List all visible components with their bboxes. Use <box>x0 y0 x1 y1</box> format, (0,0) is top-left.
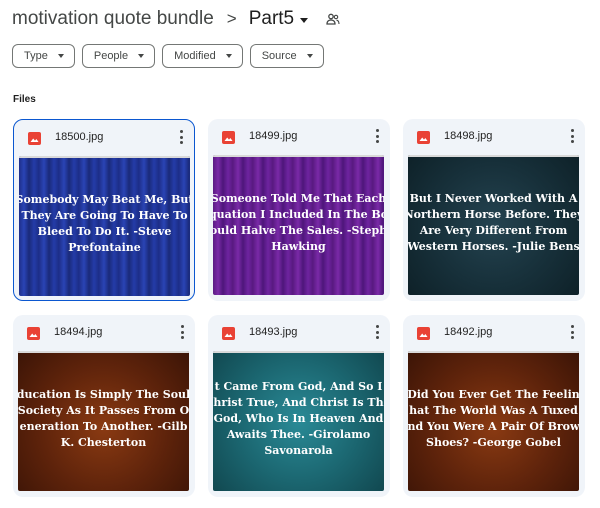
image-file-icon <box>417 131 430 144</box>
image-file-icon <box>222 131 235 144</box>
file-card[interactable]: 18494.jpg ducation Is Simply The Soul So… <box>13 315 195 497</box>
more-options-icon[interactable] <box>375 129 379 143</box>
quote-line: Someone Told Me That Each <box>213 192 384 205</box>
image-file-icon <box>222 327 235 340</box>
file-card[interactable]: 18500.jpg Somebody May Beat Me, But They… <box>13 119 195 301</box>
breadcrumb-separator: > <box>226 9 237 28</box>
quote-line: t Came From God, And So I <box>214 380 383 393</box>
file-card[interactable]: 18498.jpg But I Never Worked With A Nort… <box>403 119 585 301</box>
file-card-header: 18499.jpg <box>208 119 390 155</box>
file-card[interactable]: 18492.jpg Did You Ever Get The Feelin ha… <box>403 315 585 497</box>
filter-label: Type <box>24 50 48 62</box>
quote-line: Northern Horse Before. They <box>408 208 579 221</box>
quote-line: Prefontaine <box>68 241 141 254</box>
filter-modified[interactable]: Modified <box>162 44 243 68</box>
quote-line: But I Never Worked With A <box>409 192 578 205</box>
filter-bar: Type People Modified Source <box>12 44 324 68</box>
section-heading-files: Files <box>13 94 36 105</box>
shared-folder-icon[interactable] <box>326 13 340 25</box>
more-options-icon[interactable] <box>570 325 574 339</box>
file-card[interactable]: 18493.jpg t Came From God, And So I hris… <box>208 315 390 497</box>
filter-label: Modified <box>174 50 216 62</box>
breadcrumb: motivation quote bundle > Part5 <box>12 6 340 32</box>
chevron-down-icon <box>57 54 64 58</box>
file-name: 18493.jpg <box>249 326 298 338</box>
file-thumbnail: Somebody May Beat Me, But They Are Going… <box>19 156 190 296</box>
file-card[interactable]: 18499.jpg Someone Told Me That Each quat… <box>208 119 390 301</box>
more-options-icon[interactable] <box>179 130 183 144</box>
filter-source[interactable]: Source <box>249 44 324 68</box>
quote-line: Did You Ever Get The Feelin <box>408 388 579 401</box>
quote-line: Western Horses. -Julie Bens <box>408 240 579 253</box>
chevron-down-icon <box>225 54 232 58</box>
chevron-down-icon <box>306 54 313 58</box>
file-name: 18499.jpg <box>249 130 298 142</box>
file-card-header: 18494.jpg <box>13 315 195 351</box>
quote-line: K. Chesterton <box>60 436 147 449</box>
file-name: 18500.jpg <box>55 131 104 143</box>
more-options-icon[interactable] <box>375 325 379 339</box>
quote-line: ducation Is Simply The Soul <box>18 388 189 401</box>
breadcrumb-current-folder[interactable]: Part5 <box>248 8 309 30</box>
more-options-icon[interactable] <box>180 325 184 339</box>
current-folder-label: Part5 <box>248 8 295 29</box>
file-card-header: 18500.jpg <box>14 120 194 156</box>
file-card-header: 18492.jpg <box>403 315 585 351</box>
filter-people[interactable]: People <box>81 44 156 68</box>
quote-line: Society As It Passes From O <box>18 404 189 417</box>
image-file-icon <box>27 327 40 340</box>
quote-line: God, Who Is In Heaven And <box>213 412 384 425</box>
quote-line: Are Very Different From <box>419 224 568 237</box>
image-file-icon <box>417 327 430 340</box>
more-options-icon[interactable] <box>570 129 574 143</box>
quote-line: quation I Included In The Bo <box>213 208 384 221</box>
quote-line: Somebody May Beat Me, But <box>19 193 190 206</box>
file-thumbnail: Did You Ever Get The Feelin hat The Worl… <box>408 351 579 491</box>
filter-label: Source <box>261 50 297 62</box>
chevron-down-icon <box>138 54 145 58</box>
quote-line: They Are Going To Have To <box>21 209 188 222</box>
file-name: 18492.jpg <box>444 326 493 338</box>
quote-line: Hawking <box>271 240 326 253</box>
file-thumbnail: But I Never Worked With A Northern Horse… <box>408 155 579 295</box>
filter-label: People <box>93 50 129 62</box>
quote-line: Savonarola <box>264 444 333 457</box>
quote-line: Bleed To Do It. -Steve <box>37 225 172 238</box>
chevron-down-icon <box>300 17 309 23</box>
file-name: 18498.jpg <box>444 130 493 142</box>
quote-line: Shoes? -George Gobel <box>426 436 561 449</box>
image-file-icon <box>28 132 41 145</box>
quote-line: eneration To Another. -Gilb <box>19 420 188 433</box>
quote-line: Awaits Thee. -Girolamo <box>226 428 371 441</box>
quote-line: hrist True, And Christ Is Th <box>213 396 384 409</box>
file-card-header: 18498.jpg <box>403 119 585 155</box>
file-name: 18494.jpg <box>54 326 103 338</box>
quote-line: hat The World Was A Tuxed <box>409 404 578 417</box>
file-thumbnail: ducation Is Simply The Soul Society As I… <box>18 351 189 491</box>
file-thumbnail: t Came From God, And So I hrist True, An… <box>213 351 384 491</box>
quote-line: ould Halve The Sales. -Steph <box>213 224 384 237</box>
file-card-header: 18493.jpg <box>208 315 390 351</box>
breadcrumb-root[interactable]: motivation quote bundle <box>12 8 214 30</box>
filter-type[interactable]: Type <box>12 44 75 68</box>
file-thumbnail: Someone Told Me That Each quation I Incl… <box>213 155 384 295</box>
quote-line: nd You Were A Pair Of Brow <box>408 420 579 433</box>
